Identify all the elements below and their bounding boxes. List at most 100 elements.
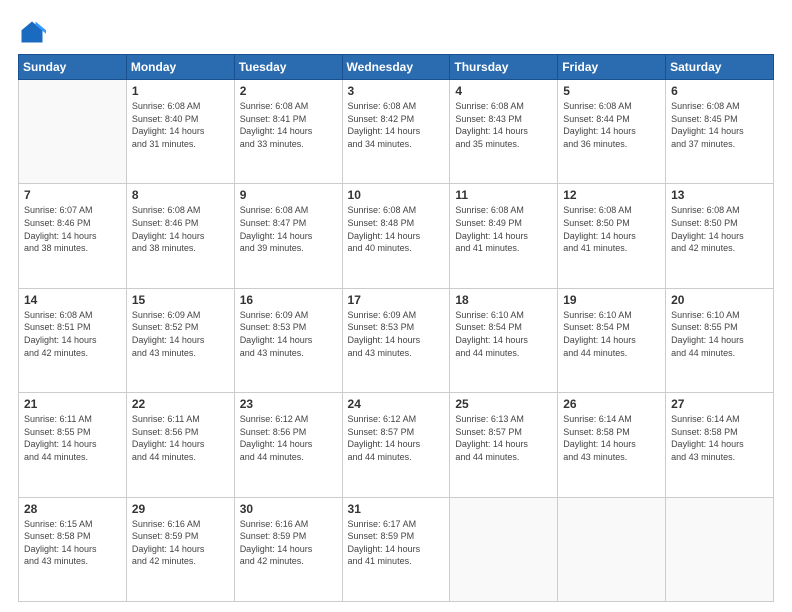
weekday-header: Wednesday	[342, 55, 450, 80]
calendar-cell: 13Sunrise: 6:08 AM Sunset: 8:50 PM Dayli…	[666, 184, 774, 288]
day-number: 19	[563, 293, 660, 307]
day-number: 5	[563, 84, 660, 98]
calendar-cell: 25 Sunrise: 6:13 AM Sunset: 8:57 PM Dayli…	[450, 393, 558, 497]
day-info: Sunrise: 6:11 AM Sunset: 8:56 PM Dayligh…	[132, 413, 229, 463]
calendar-week-row: 14 Sunrise: 6:08 AM Sunset: 8:51 PM Dayli…	[19, 288, 774, 392]
day-number: 23	[240, 397, 337, 411]
day-info: Sunrise: 6:08 AM Sunset: 8:40 PM Dayligh…	[132, 100, 229, 150]
day-number: 4	[455, 84, 552, 98]
day-info: Sunrise: 6:08 AM Sunset: 8:48 PM Dayligh…	[348, 204, 445, 254]
weekday-header: Saturday	[666, 55, 774, 80]
calendar-cell: 29Sunrise: 6:16 AM Sunset: 8:59 PM Dayli…	[126, 497, 234, 601]
day-info: Sunrise: 6:08 AM Sunset: 8:41 PM Dayligh…	[240, 100, 337, 150]
logo-icon	[18, 18, 46, 46]
calendar-cell: 26Sunrise: 6:14 AM Sunset: 8:58 PM Dayli…	[558, 393, 666, 497]
calendar-week-row: 1 Sunrise: 6:08 AM Sunset: 8:40 PM Daylig…	[19, 80, 774, 184]
day-info: Sunrise: 6:10 AM Sunset: 8:55 PM Dayligh…	[671, 309, 768, 359]
day-number: 31	[348, 502, 445, 516]
day-number: 6	[671, 84, 768, 98]
weekday-header: Sunday	[19, 55, 127, 80]
day-number: 10	[348, 188, 445, 202]
day-number: 1	[132, 84, 229, 98]
day-info: Sunrise: 6:08 AM Sunset: 8:42 PM Dayligh…	[348, 100, 445, 150]
calendar-cell: 7 Sunrise: 6:07 AM Sunset: 8:46 PM Daylig…	[19, 184, 127, 288]
day-number: 13	[671, 188, 768, 202]
calendar-cell	[450, 497, 558, 601]
calendar-cell: 28 Sunrise: 6:15 AM Sunset: 8:58 PM Dayli…	[19, 497, 127, 601]
day-number: 22	[132, 397, 229, 411]
calendar-cell: 2 Sunrise: 6:08 AM Sunset: 8:41 PM Daylig…	[234, 80, 342, 184]
calendar-week-row: 28 Sunrise: 6:15 AM Sunset: 8:58 PM Dayli…	[19, 497, 774, 601]
day-number: 25	[455, 397, 552, 411]
calendar-week-row: 21Sunrise: 6:11 AM Sunset: 8:55 PM Dayli…	[19, 393, 774, 497]
calendar-cell: 15Sunrise: 6:09 AM Sunset: 8:52 PM Dayli…	[126, 288, 234, 392]
day-number: 11	[455, 188, 552, 202]
day-number: 27	[671, 397, 768, 411]
day-number: 20	[671, 293, 768, 307]
header	[18, 18, 774, 46]
day-info: Sunrise: 6:08 AM Sunset: 8:50 PM Dayligh…	[563, 204, 660, 254]
day-info: Sunrise: 6:08 AM Sunset: 8:44 PM Dayligh…	[563, 100, 660, 150]
day-info: Sunrise: 6:09 AM Sunset: 8:53 PM Dayligh…	[348, 309, 445, 359]
day-info: Sunrise: 6:08 AM Sunset: 8:45 PM Dayligh…	[671, 100, 768, 150]
calendar-cell: 12 Sunrise: 6:08 AM Sunset: 8:50 PM Dayli…	[558, 184, 666, 288]
logo	[18, 18, 50, 46]
calendar-cell: 1 Sunrise: 6:08 AM Sunset: 8:40 PM Daylig…	[126, 80, 234, 184]
calendar-cell: 14 Sunrise: 6:08 AM Sunset: 8:51 PM Dayli…	[19, 288, 127, 392]
day-number: 24	[348, 397, 445, 411]
day-number: 7	[24, 188, 121, 202]
calendar-cell: 11 Sunrise: 6:08 AM Sunset: 8:49 PM Dayli…	[450, 184, 558, 288]
calendar-cell	[19, 80, 127, 184]
weekday-header: Monday	[126, 55, 234, 80]
calendar-cell: 8Sunrise: 6:08 AM Sunset: 8:46 PM Daylig…	[126, 184, 234, 288]
calendar-cell: 5 Sunrise: 6:08 AM Sunset: 8:44 PM Daylig…	[558, 80, 666, 184]
day-number: 2	[240, 84, 337, 98]
day-number: 30	[240, 502, 337, 516]
calendar-cell: 9Sunrise: 6:08 AM Sunset: 8:47 PM Daylig…	[234, 184, 342, 288]
day-info: Sunrise: 6:08 AM Sunset: 8:43 PM Dayligh…	[455, 100, 552, 150]
calendar-cell: 21Sunrise: 6:11 AM Sunset: 8:55 PM Dayli…	[19, 393, 127, 497]
calendar-cell	[666, 497, 774, 601]
weekday-header: Thursday	[450, 55, 558, 80]
calendar-table: SundayMondayTuesdayWednesdayThursdayFrid…	[18, 54, 774, 602]
calendar-cell: 10 Sunrise: 6:08 AM Sunset: 8:48 PM Dayli…	[342, 184, 450, 288]
calendar-cell: 30Sunrise: 6:16 AM Sunset: 8:59 PM Dayli…	[234, 497, 342, 601]
day-info: Sunrise: 6:08 AM Sunset: 8:49 PM Dayligh…	[455, 204, 552, 254]
day-info: Sunrise: 6:17 AM Sunset: 8:59 PM Dayligh…	[348, 518, 445, 568]
day-number: 14	[24, 293, 121, 307]
day-number: 12	[563, 188, 660, 202]
day-info: Sunrise: 6:14 AM Sunset: 8:58 PM Dayligh…	[671, 413, 768, 463]
calendar-cell: 6 Sunrise: 6:08 AM Sunset: 8:45 PM Daylig…	[666, 80, 774, 184]
day-info: Sunrise: 6:15 AM Sunset: 8:58 PM Dayligh…	[24, 518, 121, 568]
day-number: 28	[24, 502, 121, 516]
calendar-cell: 19Sunrise: 6:10 AM Sunset: 8:54 PM Dayli…	[558, 288, 666, 392]
day-info: Sunrise: 6:09 AM Sunset: 8:52 PM Dayligh…	[132, 309, 229, 359]
calendar-cell: 27 Sunrise: 6:14 AM Sunset: 8:58 PM Dayli…	[666, 393, 774, 497]
weekday-header: Tuesday	[234, 55, 342, 80]
calendar-cell: 31 Sunrise: 6:17 AM Sunset: 8:59 PM Dayli…	[342, 497, 450, 601]
calendar-cell: 23 Sunrise: 6:12 AM Sunset: 8:56 PM Dayli…	[234, 393, 342, 497]
day-number: 16	[240, 293, 337, 307]
day-info: Sunrise: 6:12 AM Sunset: 8:56 PM Dayligh…	[240, 413, 337, 463]
day-number: 3	[348, 84, 445, 98]
day-info: Sunrise: 6:09 AM Sunset: 8:53 PM Dayligh…	[240, 309, 337, 359]
calendar-cell: 3 Sunrise: 6:08 AM Sunset: 8:42 PM Daylig…	[342, 80, 450, 184]
day-number: 29	[132, 502, 229, 516]
day-number: 8	[132, 188, 229, 202]
day-number: 9	[240, 188, 337, 202]
day-number: 18	[455, 293, 552, 307]
calendar-cell: 17Sunrise: 6:09 AM Sunset: 8:53 PM Dayli…	[342, 288, 450, 392]
weekday-header: Friday	[558, 55, 666, 80]
calendar-cell	[558, 497, 666, 601]
day-info: Sunrise: 6:13 AM Sunset: 8:57 PM Dayligh…	[455, 413, 552, 463]
page: SundayMondayTuesdayWednesdayThursdayFrid…	[0, 0, 792, 612]
header-row: SundayMondayTuesdayWednesdayThursdayFrid…	[19, 55, 774, 80]
calendar-cell: 16 Sunrise: 6:09 AM Sunset: 8:53 PM Dayli…	[234, 288, 342, 392]
calendar-cell: 22 Sunrise: 6:11 AM Sunset: 8:56 PM Dayli…	[126, 393, 234, 497]
day-info: Sunrise: 6:10 AM Sunset: 8:54 PM Dayligh…	[455, 309, 552, 359]
calendar-cell: 24Sunrise: 6:12 AM Sunset: 8:57 PM Dayli…	[342, 393, 450, 497]
day-info: Sunrise: 6:07 AM Sunset: 8:46 PM Dayligh…	[24, 204, 121, 254]
day-info: Sunrise: 6:11 AM Sunset: 8:55 PM Dayligh…	[24, 413, 121, 463]
calendar-cell: 4 Sunrise: 6:08 AM Sunset: 8:43 PM Daylig…	[450, 80, 558, 184]
day-info: Sunrise: 6:08 AM Sunset: 8:51 PM Dayligh…	[24, 309, 121, 359]
